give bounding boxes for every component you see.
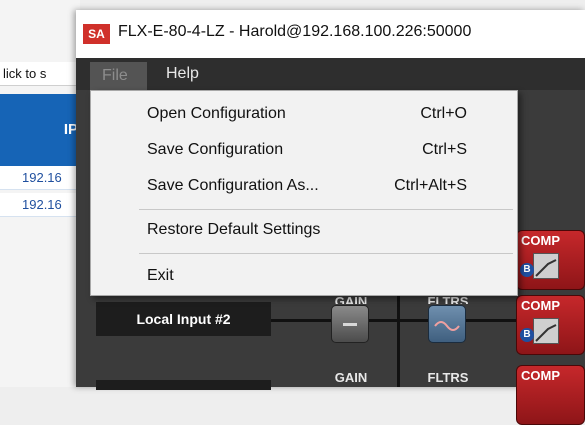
filters-label: FLTRS: [427, 370, 469, 385]
menu-separator: [139, 209, 513, 210]
menu-item-label: Open Configuration: [147, 105, 286, 122]
menu-item-restore-defaults[interactable]: Restore Default Settings: [91, 213, 517, 247]
compressor-curve-icon: [533, 318, 559, 344]
menu-item-save-configuration[interactable]: Save Configuration Ctrl+S: [91, 133, 517, 167]
menu-item-label: Save Configuration: [147, 141, 284, 158]
gain-fader-icon: [343, 323, 357, 326]
menu-separator: [139, 253, 513, 254]
menu-bar: File Help: [76, 58, 585, 90]
comp-block[interactable]: COMP: [516, 365, 585, 425]
menu-item-shortcut: Ctrl+O: [420, 105, 467, 122]
gain-button[interactable]: [331, 305, 369, 343]
menu-item-open-configuration[interactable]: Open Configuration Ctrl+O: [91, 97, 517, 131]
gain-label: GAIN: [334, 370, 368, 385]
menu-item-label: Restore Default Settings: [147, 221, 321, 238]
signal-bus-line: [271, 319, 516, 322]
comp-badge: B: [520, 263, 534, 277]
background-window: lick to s IP 192.16 192.16: [0, 0, 90, 387]
filter-curve-icon: [434, 321, 460, 331]
menu-item-label: Exit: [147, 267, 174, 284]
file-menu-dropdown: Open Configuration Ctrl+O Save Configura…: [90, 90, 518, 296]
comp-label: COMP: [521, 298, 560, 313]
comp-label: COMP: [521, 368, 560, 383]
app-logo: SA: [83, 24, 110, 44]
menu-item-exit[interactable]: Exit: [91, 259, 517, 293]
comp-badge: B: [520, 328, 534, 342]
input-label[interactable]: [96, 380, 271, 390]
filters-button[interactable]: [428, 305, 466, 343]
comp-block[interactable]: COMP B: [516, 230, 585, 290]
comp-block[interactable]: COMP B: [516, 295, 585, 355]
menu-item-shortcut: Ctrl+Alt+S: [394, 177, 467, 194]
menu-item-save-configuration-as[interactable]: Save Configuration As... Ctrl+Alt+S: [91, 169, 517, 203]
title-bar[interactable]: SA FLX-E-80-4-LZ - Harold@192.168.100.22…: [76, 10, 585, 58]
menu-file[interactable]: File: [90, 62, 147, 90]
window-title: FLX-E-80-4-LZ - Harold@192.168.100.226:5…: [118, 23, 472, 40]
comp-label: COMP: [521, 233, 560, 248]
menu-item-shortcut: Ctrl+S: [422, 141, 467, 158]
menu-item-label: Save Configuration As...: [147, 177, 319, 194]
input-label-local-2[interactable]: Local Input #2: [96, 302, 271, 336]
compressor-curve-icon: [533, 253, 559, 279]
menu-help[interactable]: Help: [154, 58, 211, 90]
